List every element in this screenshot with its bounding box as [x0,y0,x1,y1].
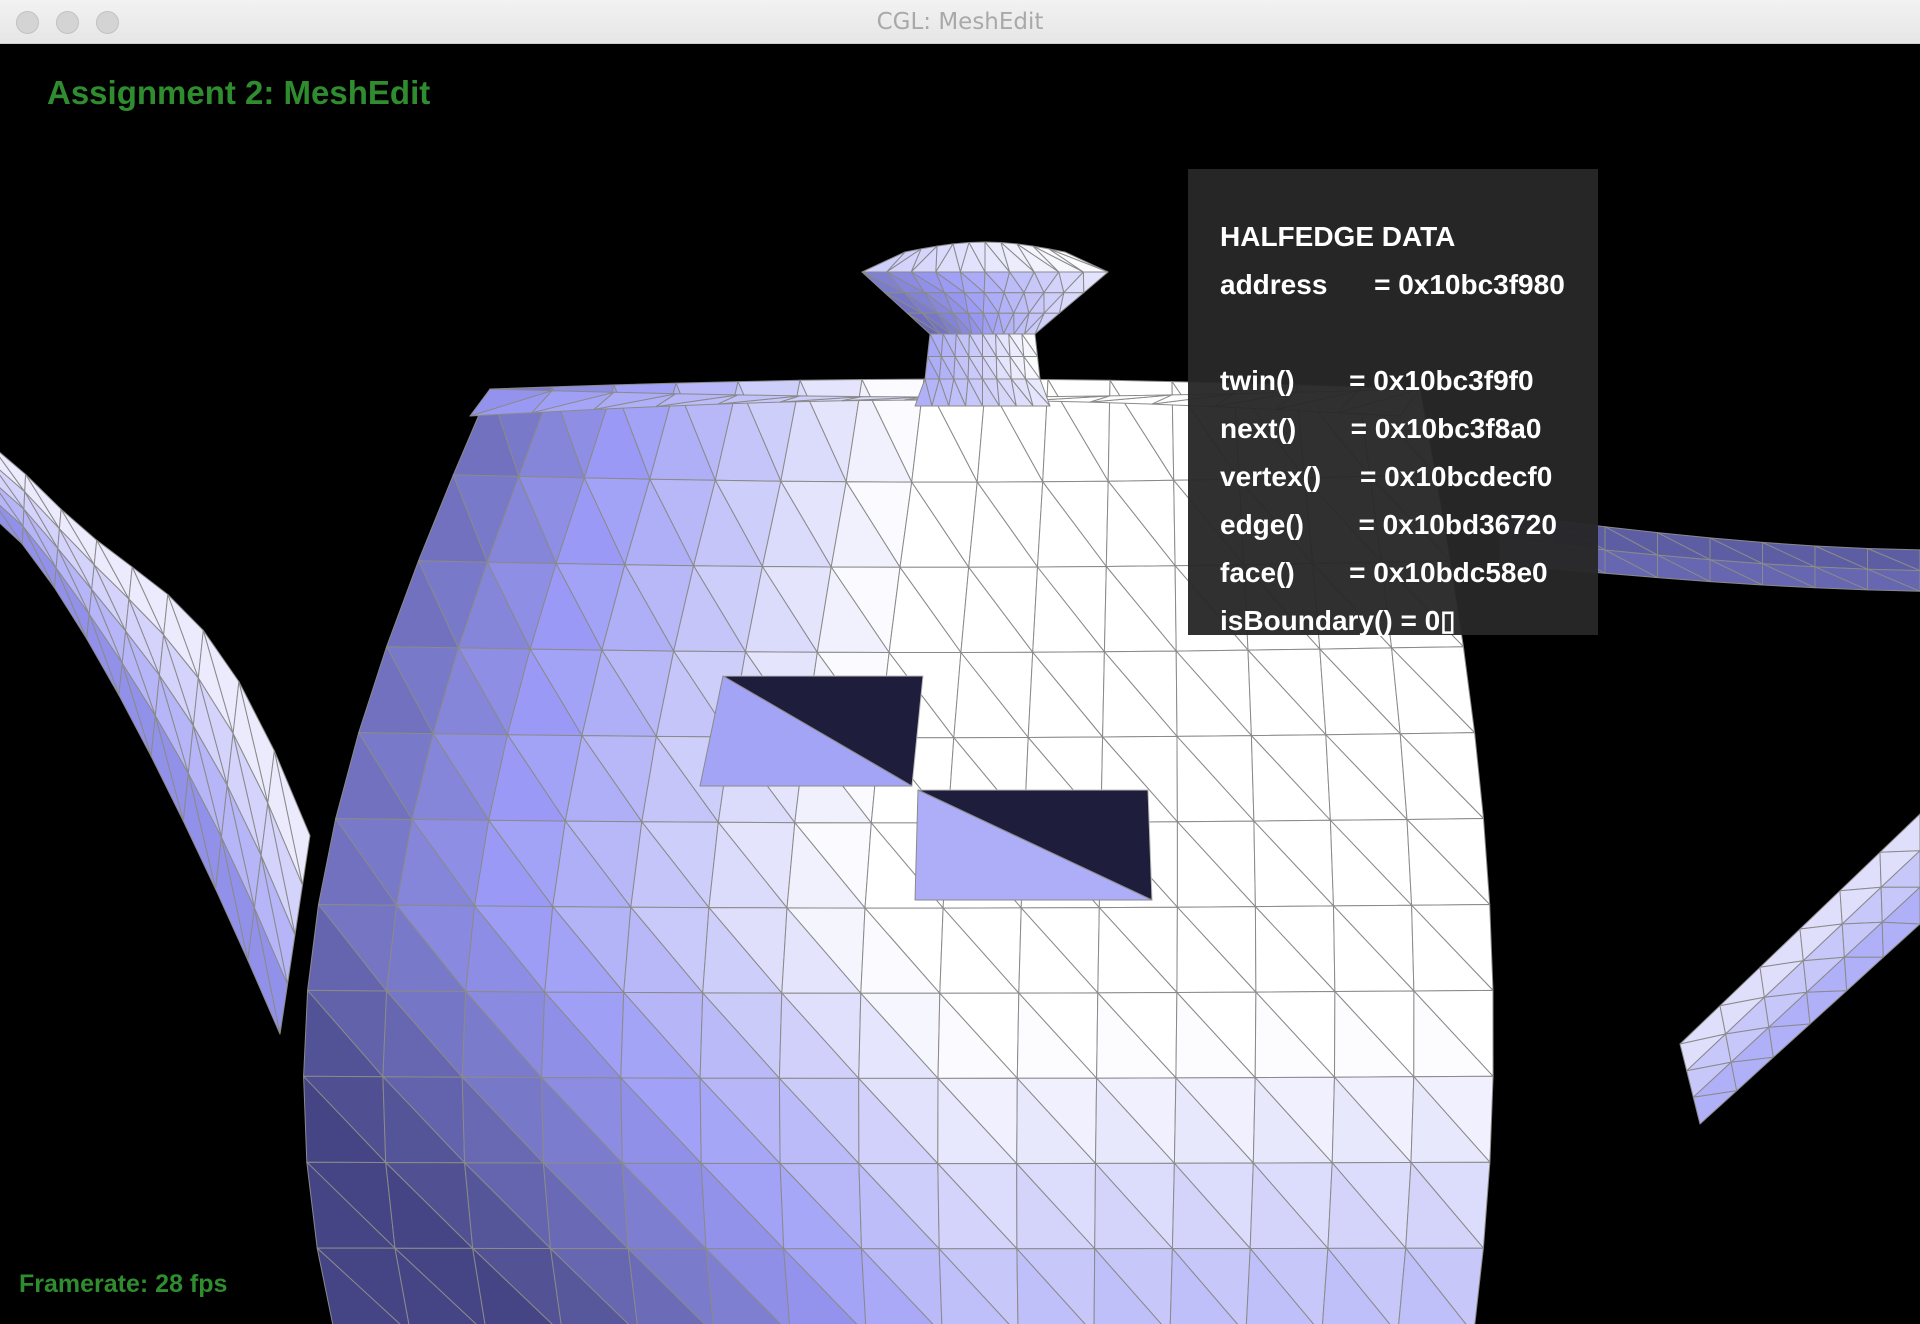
teapot-mesh[interactable] [0,44,1920,1324]
panel-address: address = 0x10bc3f980 [1220,269,1565,300]
panel-is-boundary: isBoundary() = 0▯ [1220,605,1456,636]
panel-twin: twin() = 0x10bc3f9f0 [1220,365,1534,396]
handle-lower-face[interactable] [1806,990,1848,1025]
panel-edge: edge() = 0x10bd36720 [1220,509,1557,540]
app-window: CGL: MeshEdit Assignment 2: MeshEdit Fra… [0,0,1920,1324]
handle-lower-face[interactable] [1843,956,1884,992]
handle-lower-face[interactable] [1799,890,1843,930]
window-title: CGL: MeshEdit [876,9,1044,35]
knob-cap-face[interactable] [1082,271,1109,294]
handle-lower-face[interactable] [1881,921,1920,958]
panel-next: next() = 0x10bc3f8a0 [1220,413,1542,444]
halfedge-data-panel: HALFEDGE DATA address = 0x10bc3f980 twin… [1188,169,1598,636]
panel-face: face() = 0x10bdc58e0 [1220,557,1548,588]
handle-lower-face[interactable] [1768,1023,1811,1058]
mesh-geometry[interactable] [0,241,1920,1324]
framerate-readout: Framerate: 28 fps [19,1270,228,1298]
title-bar[interactable]: CGL: MeshEdit [0,0,1920,44]
render-viewport[interactable]: Assignment 2: MeshEdit Framerate: 28 fps… [0,44,1920,1324]
handle-lower-face[interactable] [1879,813,1920,853]
assignment-title: Assignment 2: MeshEdit [47,74,431,111]
handle-lower-face[interactable] [1839,851,1882,892]
panel-header: HALFEDGE DATA [1220,221,1456,252]
panel-vertex: vertex() = 0x10bcdecf0 [1220,461,1553,492]
handle-lower-face[interactable] [1730,1056,1774,1092]
